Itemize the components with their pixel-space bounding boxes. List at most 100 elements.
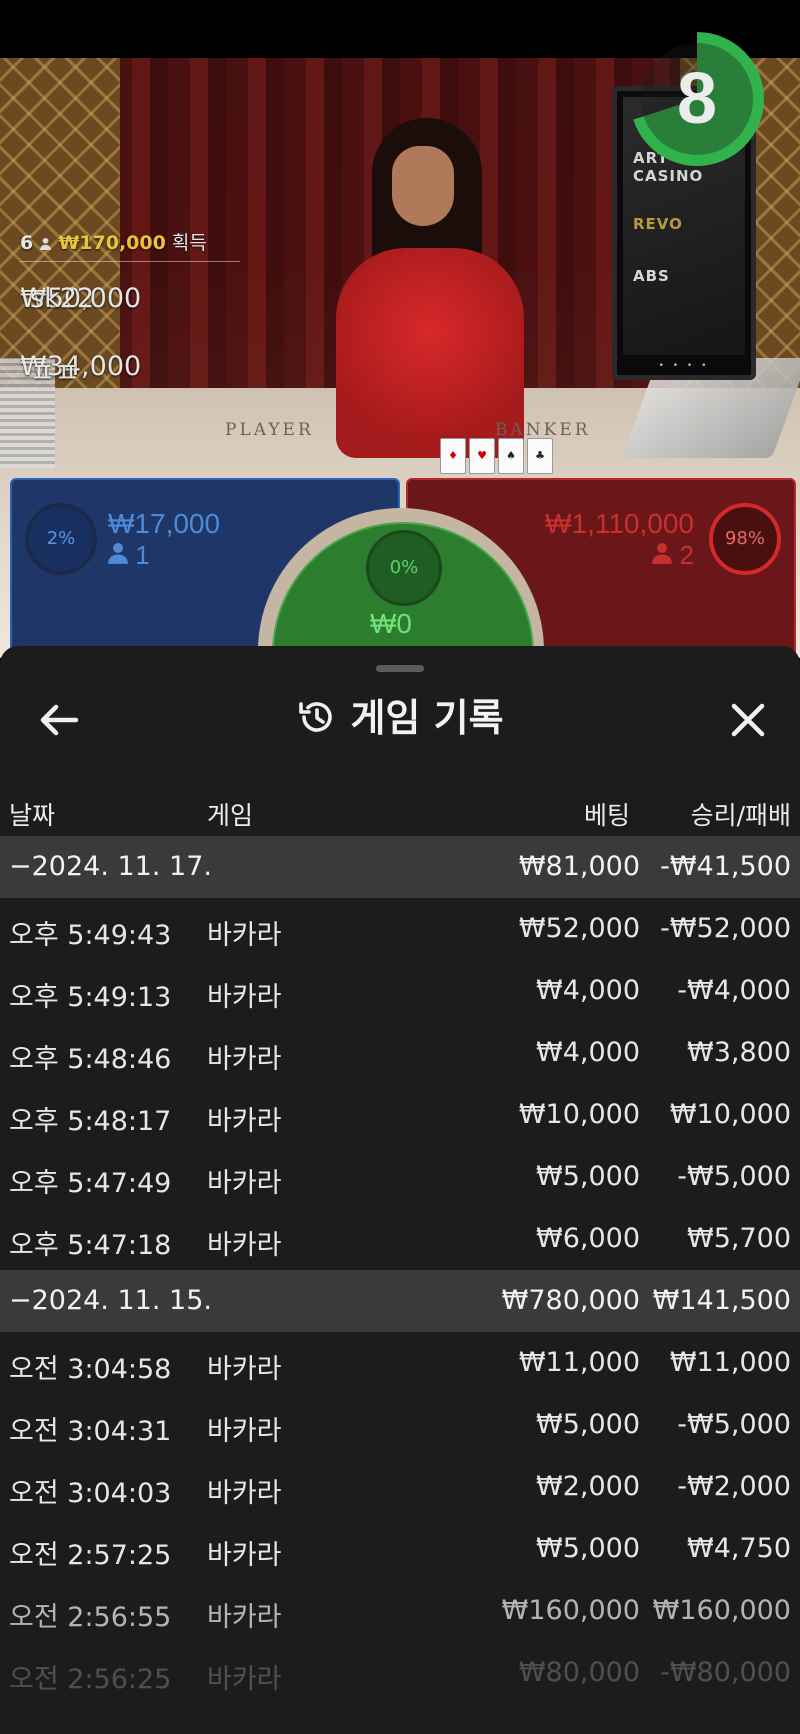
table-label-banker: BANKER <box>495 420 591 440</box>
row-bet: ₩5,000 <box>536 1161 640 1192</box>
row-bet: ₩160,000 <box>501 1595 640 1626</box>
history-row[interactable]: 오후 5:48:46 바카라 ₩4,000 ₩3,800 <box>0 1022 800 1084</box>
group-bet-total: ₩780,000 <box>501 1285 640 1316</box>
history-list[interactable]: −2024. 11. 17. ₩81,000 -₩41,500 오후 5:49:… <box>0 836 800 1704</box>
group-result-total: ₩141,500 <box>652 1285 791 1316</box>
sheet-title: 게임 기록 <box>0 686 800 750</box>
history-row[interactable]: 오후 5:49:13 바카라 ₩4,000 -₩4,000 <box>0 960 800 1022</box>
winners-list: 6 ₩170,000 획득 ₩50,000 sk22 ₩34,000 ㅍㅍ <box>20 228 240 398</box>
history-row[interactable]: 오후 5:48:17 바카라 ₩10,000 ₩10,000 <box>0 1084 800 1146</box>
row-game: 바카라 <box>207 1478 282 1509</box>
sheet-drag-handle[interactable] <box>376 665 424 672</box>
row-time: 오후 5:48:46 <box>9 1044 172 1075</box>
column-headers: 날짜 게임 베팅 승리/패배 <box>0 786 800 836</box>
winners-count: 6 <box>20 232 34 254</box>
row-result: -₩2,000 <box>677 1471 791 1502</box>
group-result-total: -₩41,500 <box>660 851 791 882</box>
row-result: ₩11,000 <box>669 1347 791 1378</box>
winner-user: sk22 <box>30 283 95 314</box>
row-time: 오후 5:47:18 <box>9 1230 172 1261</box>
row-result: -₩4,000 <box>677 975 791 1006</box>
tie-percent: 0% <box>366 530 442 606</box>
history-row[interactable]: 오전 2:56:55 바카라 ₩160,000 ₩160,000 <box>0 1580 800 1642</box>
row-bet: ₩11,000 <box>518 1347 640 1378</box>
history-row[interactable]: 오후 5:47:18 바카라 ₩6,000 ₩5,700 <box>0 1208 800 1270</box>
row-time: 오전 2:56:25 <box>9 1664 172 1695</box>
row-game: 바카라 <box>207 1230 282 1261</box>
row-game: 바카라 <box>207 982 282 1013</box>
banker-percent: 98% <box>709 503 781 575</box>
column-result: 승리/패배 <box>690 801 791 830</box>
dealt-cards: ♦ ♥ ♠ ♣ <box>440 438 556 474</box>
player-bettors: 1 <box>108 540 150 571</box>
history-row[interactable]: 오전 3:04:58 바카라 ₩11,000 ₩11,000 <box>0 1332 800 1394</box>
column-date: 날짜 <box>9 801 56 830</box>
column-bet: 베팅 <box>583 801 630 830</box>
row-bet: ₩52,000 <box>518 913 640 944</box>
row-result: ₩10,000 <box>669 1099 791 1130</box>
banker-bettors-count: 2 <box>679 540 694 570</box>
dealer <box>330 118 530 458</box>
banker-bet-amount: ₩1,110,000 <box>545 508 694 539</box>
banker-bettors: 2 <box>652 540 694 571</box>
history-row[interactable]: 오전 3:04:03 바카라 ₩2,000 -₩2,000 <box>0 1456 800 1518</box>
row-bet: ₩10,000 <box>518 1099 640 1130</box>
group-date: −2024. 11. 15. <box>9 1285 212 1316</box>
group-date: −2024. 11. 17. <box>9 851 212 882</box>
row-bet: ₩4,000 <box>536 1037 640 1068</box>
player-bet-amount: ₩17,000 <box>108 508 221 539</box>
row-bet: ₩6,000 <box>536 1223 640 1254</box>
user-icon <box>40 237 52 250</box>
winner-entry: ₩34,000 ㅍㅍ <box>20 336 240 398</box>
monitor-logo-3: ABS <box>633 267 670 285</box>
user-icon <box>108 543 128 564</box>
winner-user: ㅍㅍ <box>30 358 80 389</box>
row-time: 오전 3:04:03 <box>9 1478 172 1509</box>
winner-entry: ₩50,000 sk22 <box>20 268 240 330</box>
history-row[interactable]: 오전 2:56:25 바카라 ₩80,000 -₩80,000 <box>0 1642 800 1704</box>
row-bet: ₩5,000 <box>536 1409 640 1440</box>
row-result: ₩160,000 <box>652 1595 791 1626</box>
row-game: 바카라 <box>207 1416 282 1447</box>
winners-total: ₩170,000 <box>58 232 166 254</box>
history-row[interactable]: 오전 3:04:31 바카라 ₩5,000 -₩5,000 <box>0 1394 800 1456</box>
row-game: 바카라 <box>207 1168 282 1199</box>
row-game: 바카라 <box>207 1354 282 1385</box>
history-row[interactable]: 오전 2:57:25 바카라 ₩5,000 ₩4,750 <box>0 1518 800 1580</box>
monitor-logo-2: REVO <box>633 215 683 233</box>
row-result: -₩5,000 <box>677 1409 791 1440</box>
row-time: 오전 3:04:31 <box>9 1416 172 1447</box>
row-result: -₩5,000 <box>677 1161 791 1192</box>
row-time: 오후 5:49:13 <box>9 982 172 1013</box>
game-history-sheet: 게임 기록 날짜 게임 베팅 승리/패배 −2024. 11. 17. ₩81,… <box>0 646 800 1734</box>
row-result: -₩80,000 <box>660 1657 791 1688</box>
row-bet: ₩2,000 <box>536 1471 640 1502</box>
row-game: 바카라 <box>207 1044 282 1075</box>
row-time: 오후 5:48:17 <box>9 1106 172 1137</box>
row-time: 오전 2:57:25 <box>9 1540 172 1571</box>
group-bet-total: ₩81,000 <box>518 851 640 882</box>
countdown-timer: 8 <box>676 59 718 139</box>
row-bet: ₩5,000 <box>536 1533 640 1564</box>
history-row[interactable]: 오후 5:49:43 바카라 ₩52,000 -₩52,000 <box>0 898 800 960</box>
close-icon <box>731 703 765 737</box>
row-game: 바카라 <box>207 1106 282 1137</box>
row-result: ₩5,700 <box>687 1223 791 1254</box>
player-percent: 2% <box>25 503 97 575</box>
date-group-header[interactable]: −2024. 11. 17. ₩81,000 -₩41,500 <box>0 836 800 898</box>
winners-header: 6 ₩170,000 획득 <box>20 228 240 262</box>
row-game: 바카라 <box>207 1540 282 1571</box>
sheet-title-text: 게임 기록 <box>350 696 504 740</box>
row-game: 바카라 <box>207 1602 282 1633</box>
history-row[interactable]: 오후 5:47:49 바카라 ₩5,000 -₩5,000 <box>0 1146 800 1208</box>
row-result: ₩4,750 <box>687 1533 791 1564</box>
row-bet: ₩4,000 <box>536 975 640 1006</box>
row-game: 바카라 <box>207 1664 282 1695</box>
tie-bet-amount: ₩0 <box>370 608 412 639</box>
row-bet: ₩80,000 <box>518 1657 640 1688</box>
player-bettors-count: 1 <box>135 540 150 570</box>
winners-total-label: 획득 <box>171 232 207 254</box>
row-time: 오전 2:56:55 <box>9 1602 172 1633</box>
close-button[interactable] <box>716 688 780 752</box>
date-group-header[interactable]: −2024. 11. 15. ₩780,000 ₩141,500 <box>0 1270 800 1332</box>
